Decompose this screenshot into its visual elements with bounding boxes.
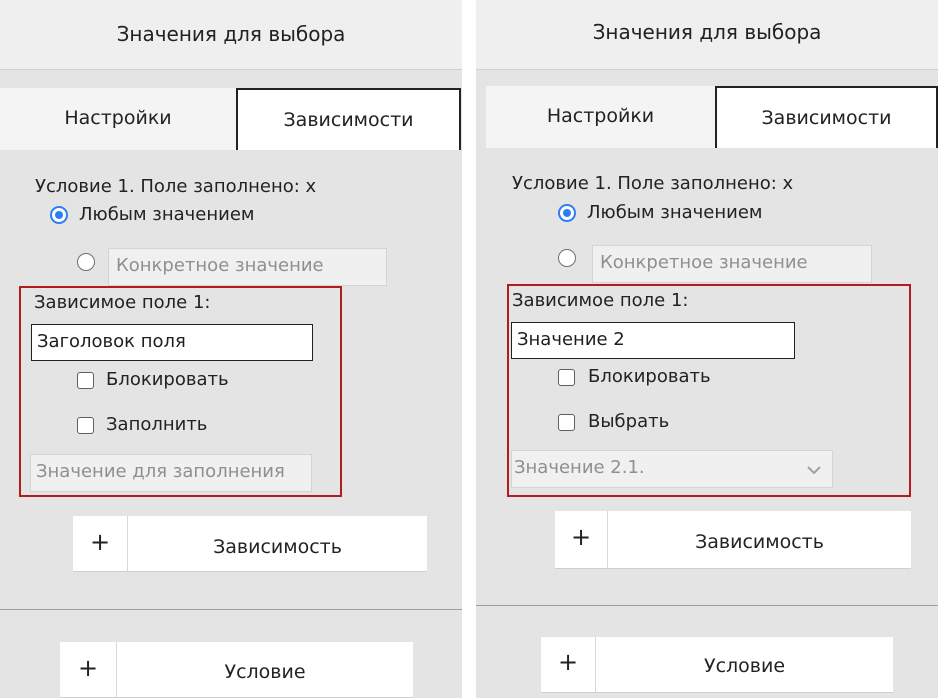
select-value-text: Значение 2.1. — [514, 457, 645, 478]
panel-header: Значения для выбора — [0, 0, 462, 70]
fill-checkbox[interactable] — [77, 417, 94, 434]
add-condition-button[interactable]: Условие — [117, 642, 413, 698]
block-checkbox-label: Блокировать — [106, 369, 229, 390]
select-value-dropdown[interactable]: Значение 2.1. — [511, 450, 833, 488]
dependent-field-label: Зависимое поле 1: — [34, 292, 211, 313]
specific-value-input[interactable]: Конкретное значение — [108, 248, 387, 286]
radio-any-value[interactable] — [558, 204, 576, 222]
panel-title: Значения для выбора — [116, 22, 346, 46]
specific-value-input[interactable]: Конкретное значение — [592, 245, 872, 283]
radio-specific-value[interactable] — [77, 253, 95, 271]
add-dependency-button[interactable]: Зависимость — [128, 516, 427, 572]
tab-settings[interactable]: Настройки — [486, 86, 715, 148]
section-divider — [0, 609, 462, 610]
radio-any-value-label: Любым значением — [79, 204, 255, 225]
chevron-down-icon — [807, 466, 821, 475]
condition-label: Условие 1. Поле заполнено: x — [35, 176, 317, 197]
section-divider — [476, 605, 938, 606]
add-condition-plus-button[interactable]: + — [541, 637, 596, 693]
condition-label: Условие 1. Поле заполнено: x — [512, 173, 794, 194]
add-condition-plus-button[interactable]: + — [60, 642, 117, 698]
add-dependency-plus-button[interactable]: + — [73, 516, 128, 572]
radio-any-value[interactable] — [50, 206, 68, 224]
select-checkbox-label: Выбрать — [588, 411, 670, 432]
dependent-field-input[interactable]: Заголовок поля — [31, 324, 313, 361]
add-condition-button[interactable]: Условие — [596, 637, 893, 693]
panel-header: Значения для выбора — [476, 0, 938, 70]
add-dependency-button[interactable]: Зависимость — [608, 511, 911, 569]
dependent-field-label: Зависимое поле 1: — [512, 290, 689, 311]
dependent-field-input[interactable]: Значение 2 — [511, 322, 795, 359]
settings-panel-select-variant: Значения для выбора Настройки Зависимост… — [476, 0, 938, 698]
radio-specific-value[interactable] — [558, 249, 576, 267]
tab-settings[interactable]: Настройки — [0, 88, 236, 150]
fill-value-input[interactable]: Значение для заполнения — [30, 454, 312, 492]
fill-checkbox-label: Заполнить — [106, 414, 208, 435]
select-checkbox[interactable] — [558, 414, 575, 431]
radio-any-value-label: Любым значением — [587, 202, 763, 223]
tab-dependencies[interactable]: Зависимости — [715, 86, 938, 148]
add-dependency-plus-button[interactable]: + — [555, 511, 608, 569]
block-checkbox-label: Блокировать — [588, 366, 711, 387]
tab-dependencies[interactable]: Зависимости — [236, 88, 461, 150]
block-checkbox[interactable] — [77, 372, 94, 389]
block-checkbox[interactable] — [558, 369, 575, 386]
settings-panel-fill-variant: Значения для выбора Настройки Зависимост… — [0, 0, 462, 698]
panel-title: Значения для выбора — [592, 20, 822, 44]
